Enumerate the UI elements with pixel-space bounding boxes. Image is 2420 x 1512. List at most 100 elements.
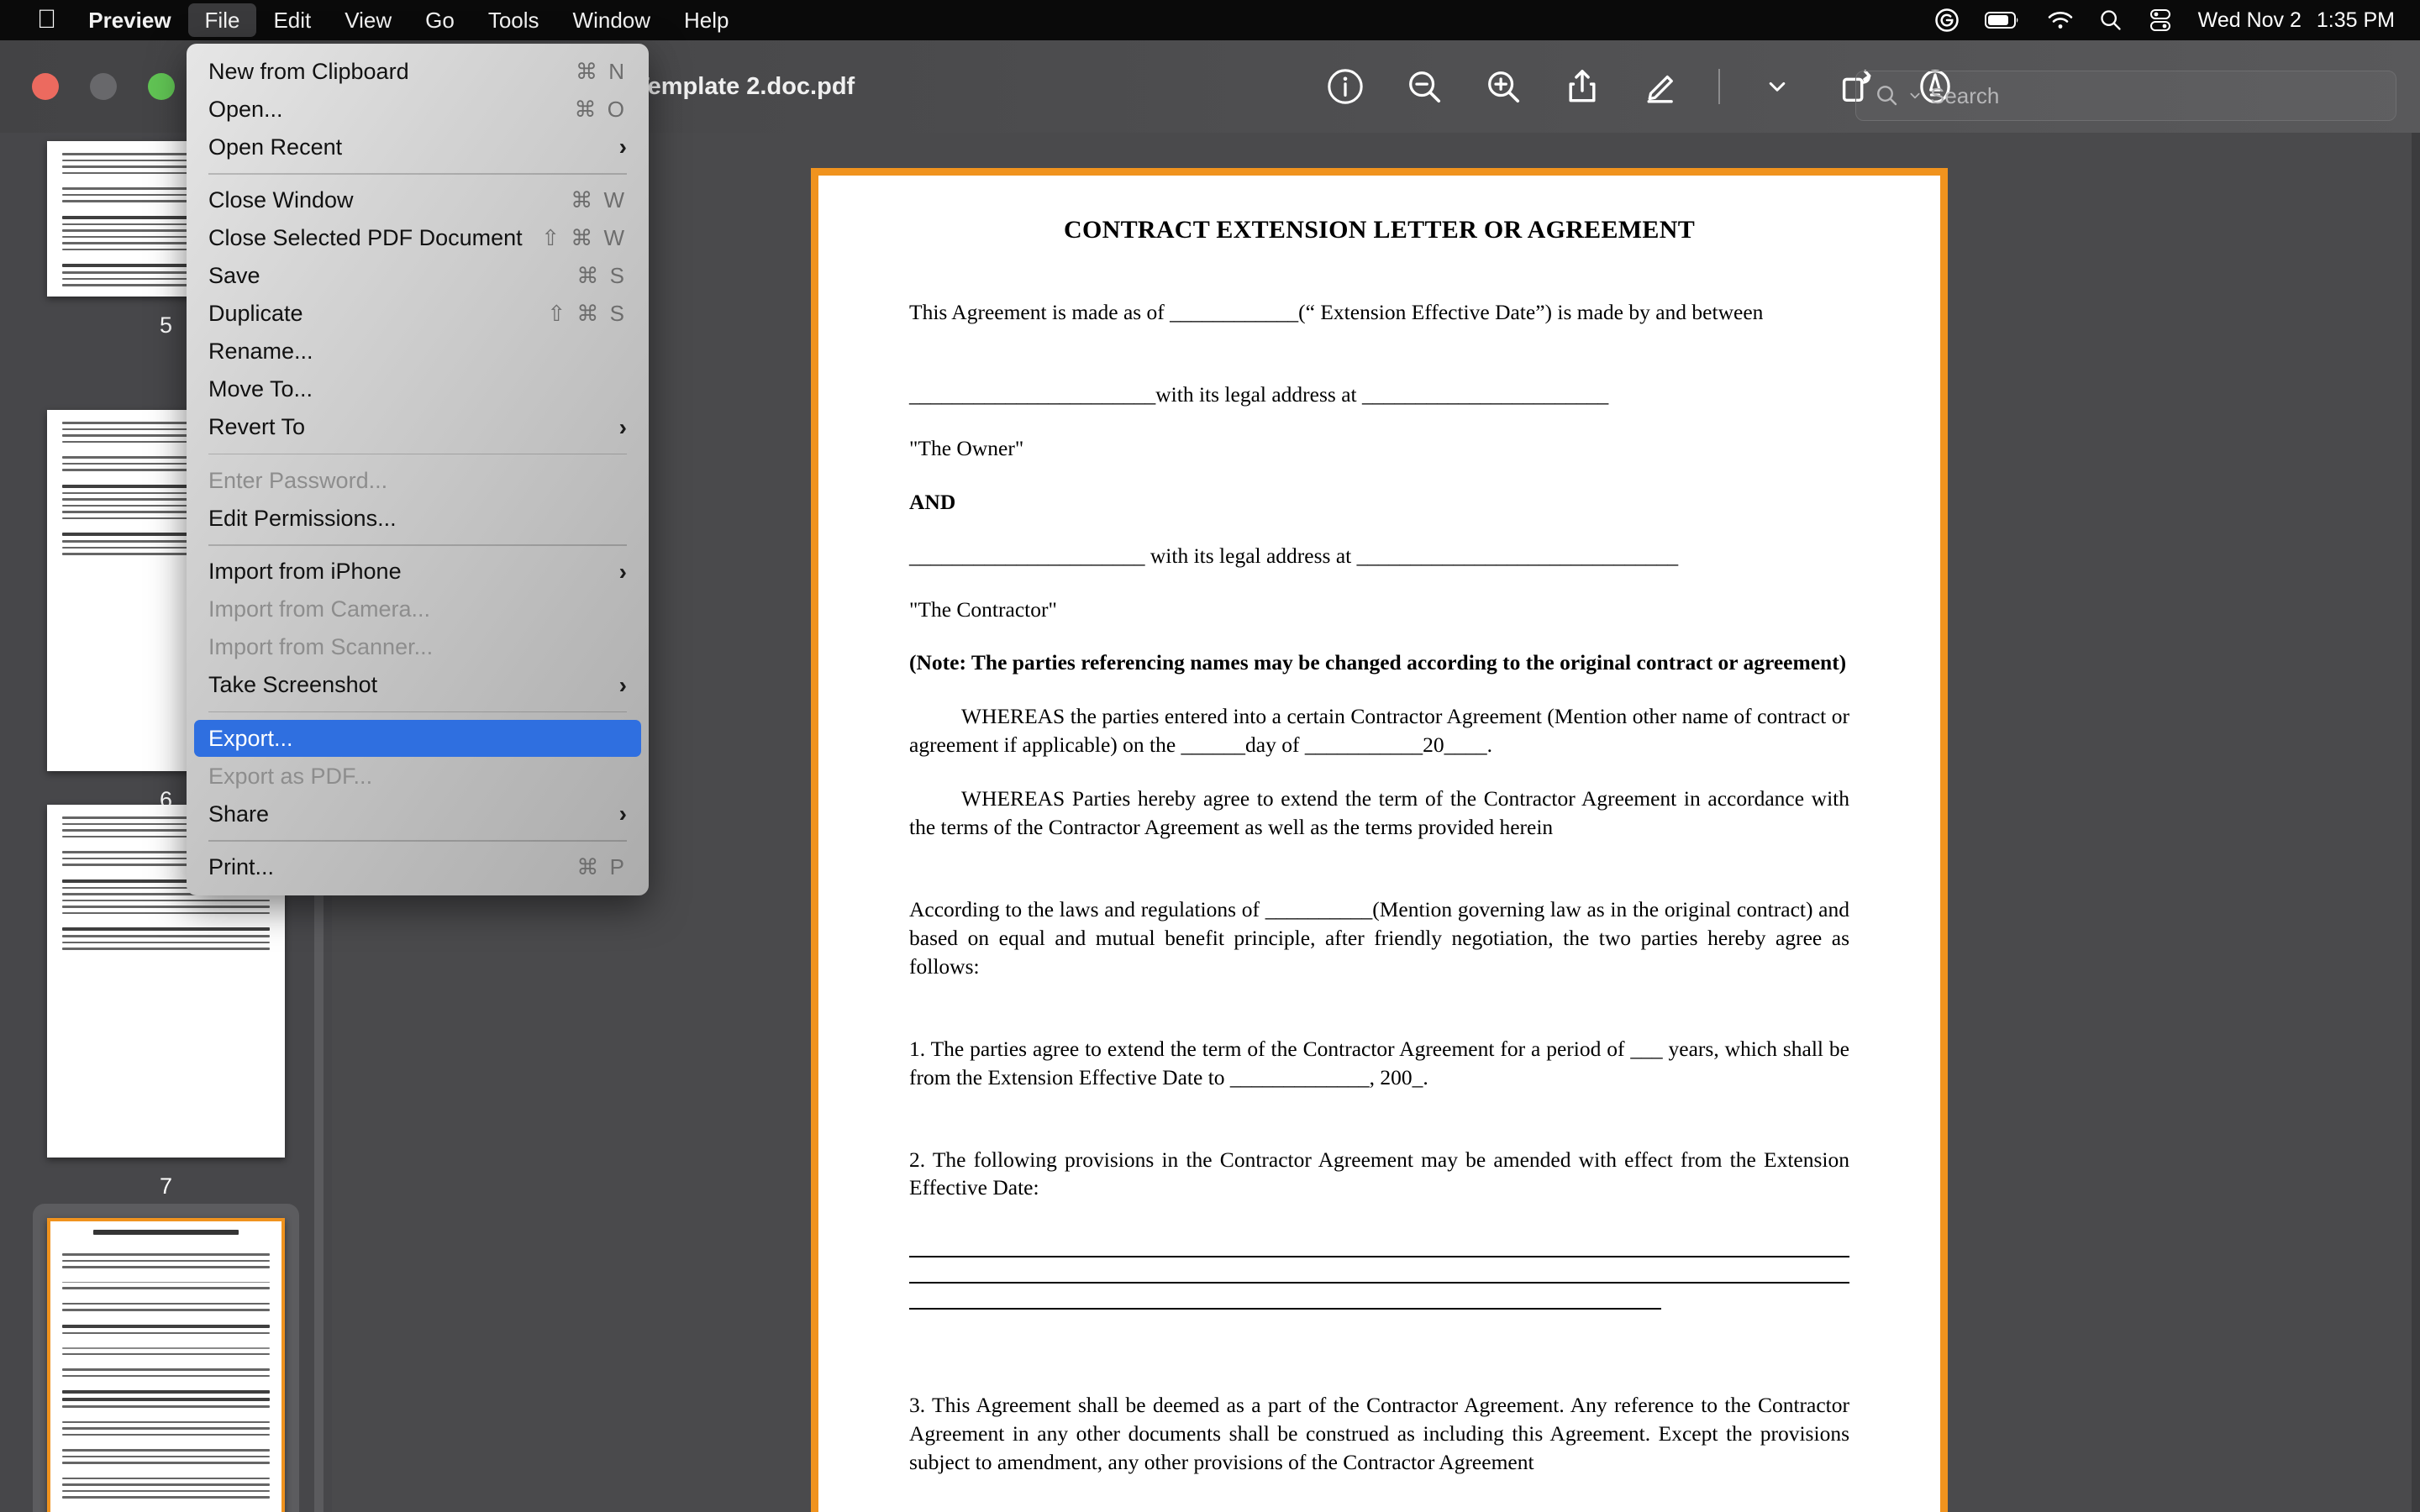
- menu-bar-clock[interactable]: Wed Nov 2 1:35 PM: [2198, 8, 2395, 33]
- menu-item-label: Rename...: [208, 339, 313, 365]
- menu-item-label: Import from iPhone: [208, 559, 402, 585]
- search-icon: [1875, 83, 1900, 108]
- info-icon[interactable]: [1323, 65, 1367, 108]
- zoom-button[interactable]: [148, 73, 175, 100]
- doc-spacer: [909, 1006, 1849, 1035]
- thumbnail-item[interactable]: 1: [0, 1204, 332, 1512]
- menu-help[interactable]: Help: [667, 3, 745, 37]
- menu-preview[interactable]: Preview: [71, 3, 187, 37]
- search-chevron-down-icon[interactable]: [1908, 89, 1922, 102]
- thumb-text-line: [62, 1282, 270, 1284]
- menu-bar-status-items: Wed Nov 2 1:35 PM: [1934, 0, 2420, 40]
- menu-item-label: Export...: [208, 726, 293, 752]
- menu-item-close-window[interactable]: Close Window⌘ W: [194, 182, 641, 219]
- thumb-text-line: [62, 1260, 270, 1263]
- menu-item-new-from-clipboard[interactable]: New from Clipboard⌘ N: [194, 53, 641, 90]
- menu-tools[interactable]: Tools: [471, 3, 556, 37]
- pdf-page-content: CONTRACT EXTENSION LETTER OR AGREEMENT T…: [818, 176, 1940, 1477]
- search-input[interactable]: Search: [1930, 83, 1999, 109]
- menu-item-edit-permissions[interactable]: Edit Permissions...: [194, 500, 641, 537]
- search-field[interactable]: Search: [1855, 71, 2396, 121]
- menu-item-share[interactable]: Share›: [194, 795, 641, 832]
- share-icon[interactable]: [1560, 65, 1604, 108]
- thumb-text-line: [62, 1347, 270, 1349]
- macos-menu-bar:  PreviewFileEditViewGoToolsWindowHelp W…: [0, 0, 2420, 40]
- menu-item-shortcut: ⌘ S: [576, 263, 627, 289]
- selected-thumbnail-highlight: [33, 1204, 299, 1512]
- minimize-button[interactable]: [90, 73, 117, 100]
- doc-blank-line: [909, 1282, 1849, 1284]
- doc-spacer: [909, 1362, 1849, 1391]
- menu-item-label: Close Selected PDF Document: [208, 225, 523, 251]
- thumbnail-page-number: 5: [160, 308, 172, 342]
- menu-item-print[interactable]: Print...⌘ P: [194, 849, 641, 886]
- menu-go[interactable]: Go: [408, 3, 471, 37]
- document-scrollbar[interactable]: [2412, 133, 2420, 1512]
- menu-items-container: PreviewFileEditViewGoToolsWindowHelp: [71, 3, 745, 37]
- menu-item-label: Open Recent: [208, 134, 342, 160]
- menu-item-rename[interactable]: Rename...: [194, 333, 641, 370]
- menu-item-shortcut: ⌘ O: [575, 97, 627, 123]
- menu-separator: [208, 544, 627, 546]
- control-center-icon[interactable]: [2148, 8, 2173, 32]
- menu-item-label: Close Window: [208, 187, 354, 213]
- menu-item-label: Move To...: [208, 376, 313, 402]
- menu-view[interactable]: View: [328, 3, 408, 37]
- grammarly-icon[interactable]: [1934, 8, 1960, 33]
- thumb-text-line: [62, 900, 270, 902]
- menu-item-open[interactable]: Open...⌘ O: [194, 91, 641, 128]
- doc-paragraph: "The Contractor": [909, 596, 1849, 624]
- thumb-text-line: [62, 935, 270, 937]
- menu-item-revert-to[interactable]: Revert To›: [194, 409, 641, 446]
- zoom-in-icon[interactable]: [1481, 65, 1525, 108]
- menu-item-enter-password: Enter Password...: [194, 462, 641, 499]
- menu-item-shortcut: ⇧ ⌘ S: [547, 301, 627, 327]
- menu-separator: [208, 840, 627, 842]
- menu-item-close-selected-pdf-document[interactable]: Close Selected PDF Document ⇧ ⌘ W: [194, 220, 641, 257]
- page-thumbnail[interactable]: [47, 1218, 285, 1512]
- menu-item-import-from-iphone[interactable]: Import from iPhone ›: [194, 554, 641, 591]
- doc-spacer: [909, 352, 1849, 381]
- file-dropdown-menu[interactable]: New from Clipboard⌘ NOpen...⌘ OOpen Rece…: [187, 44, 649, 895]
- menu-item-save[interactable]: Save⌘ S: [194, 258, 641, 295]
- menu-item-open-recent[interactable]: Open Recent›: [194, 129, 641, 165]
- menu-file[interactable]: File: [188, 3, 257, 37]
- menu-item-label: Enter Password...: [208, 468, 387, 494]
- battery-icon[interactable]: [1985, 10, 2022, 30]
- thumb-text-line: [62, 1253, 270, 1256]
- markup-pen-icon[interactable]: [1639, 65, 1683, 108]
- menu-item-shortcut: ⇧ ⌘ W: [541, 225, 627, 251]
- thumb-text-line: [62, 1449, 270, 1452]
- menu-item-shortcut: ⌘ N: [576, 59, 627, 85]
- chevron-down-icon[interactable]: [1755, 65, 1799, 108]
- doc-paragraph: AND: [909, 488, 1849, 517]
- doc-paragraph: (Note: The parties referencing names may…: [909, 648, 1849, 677]
- thumb-text-line: [62, 1456, 270, 1458]
- window-traffic-lights: [0, 73, 175, 100]
- doc-paragraph: _______________________with its legal ad…: [909, 381, 1849, 409]
- menu-item-label: Import from Scanner...: [208, 634, 433, 660]
- menu-separator: [208, 711, 627, 713]
- apple-logo-icon[interactable]: : [22, 6, 71, 32]
- spotlight-search-icon[interactable]: [2099, 8, 2123, 32]
- thumb-text-line: [62, 1303, 270, 1305]
- menu-edit[interactable]: Edit: [256, 3, 328, 37]
- wifi-icon[interactable]: [2047, 10, 2074, 30]
- menu-item-label: Print...: [208, 854, 274, 880]
- zoom-out-icon[interactable]: [1402, 65, 1446, 108]
- submenu-chevron-right-icon: ›: [619, 559, 627, 585]
- close-button[interactable]: [32, 73, 59, 100]
- menu-item-export[interactable]: Export...: [194, 720, 641, 757]
- doc-paragraph: ______________________ with its legal ad…: [909, 542, 1849, 570]
- menu-item-duplicate[interactable]: Duplicate⇧ ⌘ S: [194, 296, 641, 333]
- menu-window[interactable]: Window: [556, 3, 667, 37]
- submenu-chevron-right-icon: ›: [619, 414, 627, 441]
- thumb-text-line: [62, 942, 270, 944]
- menu-item-take-screenshot[interactable]: Take Screenshot›: [194, 667, 641, 704]
- menu-item-move-to[interactable]: Move To...: [194, 371, 641, 408]
- thumb-text-line: [62, 1325, 270, 1328]
- menu-item-label: Export as PDF...: [208, 764, 372, 790]
- page-title: CONTRACT EXTENSION LETTER OR AGREEMENT: [909, 216, 1849, 244]
- submenu-chevron-right-icon: ›: [619, 801, 627, 827]
- doc-spacer: [909, 867, 1849, 895]
